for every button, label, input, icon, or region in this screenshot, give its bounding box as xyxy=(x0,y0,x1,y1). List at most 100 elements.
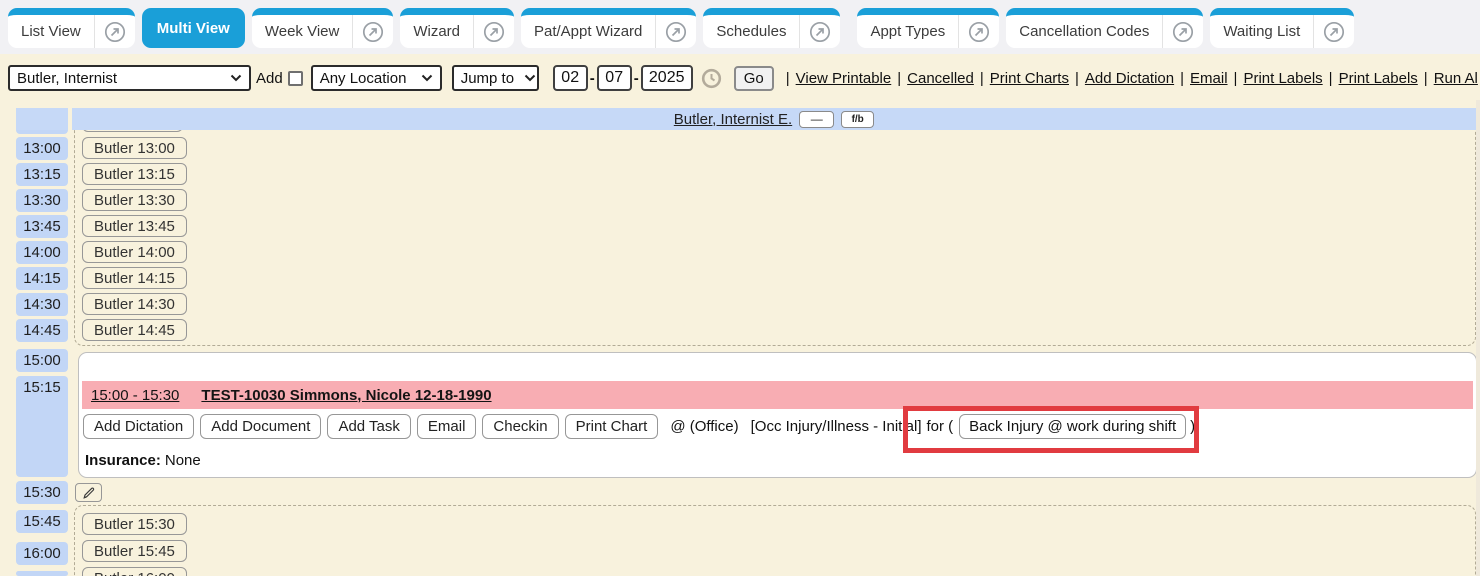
jump-to-select-value: Jump to xyxy=(461,70,514,87)
tab-bar: List View Multi View Week View Wizard Pa… xyxy=(0,0,1480,54)
open-slot-region-bottom xyxy=(74,505,1476,576)
link-separator: | xyxy=(1418,70,1434,87)
appointment-time-link[interactable]: 15:00 - 15:30 xyxy=(91,387,179,404)
link-print-charts[interactable]: Print Charts xyxy=(990,70,1069,87)
date-day-input[interactable]: 07 xyxy=(597,65,632,91)
provider-column-header: Butler, Internist E. — f/b xyxy=(72,108,1476,130)
jump-to-select[interactable]: Jump to xyxy=(452,65,539,91)
link-print-labels[interactable]: Print Labels xyxy=(1243,70,1322,87)
collapse-column-button[interactable]: — xyxy=(799,111,834,128)
popout-icon[interactable] xyxy=(665,21,687,43)
tab-label: Week View xyxy=(252,23,352,40)
link-separator: | xyxy=(974,70,990,87)
date-month-input[interactable]: 02 xyxy=(553,65,588,91)
open-slot-button[interactable]: Butler 13:45 xyxy=(82,215,187,237)
time-cell: 15:00 xyxy=(16,349,68,372)
link-separator: | xyxy=(1174,70,1190,87)
clock-icon[interactable] xyxy=(701,68,722,89)
tab-divider xyxy=(352,15,353,48)
appointment-patient-link[interactable]: TEST-10030 Simmons, Nicole 12-18-1990 xyxy=(201,387,491,404)
time-cell: 15:15 xyxy=(16,376,68,477)
link-separator: | xyxy=(1228,70,1244,87)
tab-list-view[interactable]: List View xyxy=(8,8,135,48)
open-slot-button[interactable]: Butler 14:15 xyxy=(82,267,187,289)
tab-label: Appt Types xyxy=(857,23,958,40)
add-dictation-button[interactable]: Add Dictation xyxy=(83,414,194,439)
tab-week-view[interactable]: Week View xyxy=(252,8,393,48)
time-cell-partial-bottom xyxy=(16,571,68,576)
appointment-for-text: for ( xyxy=(927,418,954,435)
time-cell: 13:15 xyxy=(16,163,68,186)
toolbar: Butler, Internist Add Any Location Jump … xyxy=(8,64,1480,92)
appointment-reason-button[interactable]: Back Injury @ work during shift xyxy=(959,414,1186,439)
time-cell: 14:15 xyxy=(16,267,68,290)
popout-icon[interactable] xyxy=(1172,21,1194,43)
open-slot-button[interactable]: Butler 13:15 xyxy=(82,163,187,185)
email-button[interactable]: Email xyxy=(417,414,477,439)
open-slot-button[interactable]: Butler 15:30 xyxy=(82,513,187,535)
toolbar-links: | View Printable | Cancelled | Print Cha… xyxy=(780,70,1478,87)
tab-divider xyxy=(799,15,800,48)
link-print-labels-2[interactable]: Print Labels xyxy=(1339,70,1418,87)
tab-label: Schedules xyxy=(703,23,799,40)
checkin-button[interactable]: Checkin xyxy=(482,414,558,439)
fb-button[interactable]: f/b xyxy=(841,111,874,128)
link-cancelled[interactable]: Cancelled xyxy=(907,70,974,87)
chevron-down-icon xyxy=(421,74,433,82)
tab-label: Waiting List xyxy=(1210,23,1313,40)
tab-pat-appt-wizard[interactable]: Pat/Appt Wizard xyxy=(521,8,696,48)
appointment-card: 15:00 - 15:30 TEST-10030 Simmons, Nicole… xyxy=(78,352,1477,478)
provider-select[interactable]: Butler, Internist xyxy=(8,65,251,91)
edit-slot-button[interactable] xyxy=(75,483,102,502)
popout-icon[interactable] xyxy=(809,21,831,43)
tab-waiting-list[interactable]: Waiting List xyxy=(1210,8,1354,48)
open-slot-button[interactable]: Butler 14:45 xyxy=(82,319,187,341)
provider-header-link[interactable]: Butler, Internist E. xyxy=(674,111,792,128)
tab-label: Pat/Appt Wizard xyxy=(521,23,655,40)
tab-schedules[interactable]: Schedules xyxy=(703,8,840,48)
appointment-close-paren: ) xyxy=(1190,418,1195,435)
link-add-dictation[interactable]: Add Dictation xyxy=(1085,70,1174,87)
open-slot-button[interactable]: Butler 14:30 xyxy=(82,293,187,315)
link-separator: | xyxy=(780,70,796,87)
open-slot-button[interactable]: Butler 15:45 xyxy=(82,540,187,562)
popout-icon[interactable] xyxy=(483,21,505,43)
open-slot-button[interactable]: Butler 14:00 xyxy=(82,241,187,263)
date-separator: - xyxy=(590,70,595,87)
popout-icon[interactable] xyxy=(104,21,126,43)
popout-icon[interactable] xyxy=(362,21,384,43)
tab-cancellation-codes[interactable]: Cancellation Codes xyxy=(1006,8,1203,48)
tab-appt-types[interactable]: Appt Types xyxy=(857,8,999,48)
open-slot-button[interactable]: Butler 13:30 xyxy=(82,189,187,211)
chevron-down-icon xyxy=(230,74,242,82)
time-cell: 15:30 xyxy=(16,481,68,504)
add-checkbox[interactable] xyxy=(288,71,303,86)
link-view-printable[interactable]: View Printable xyxy=(796,70,892,87)
time-cell: 13:30 xyxy=(16,189,68,212)
print-chart-button[interactable]: Print Chart xyxy=(565,414,659,439)
link-separator: | xyxy=(1069,70,1085,87)
open-slot-button[interactable]: Butler 13:00 xyxy=(82,137,187,159)
tab-divider xyxy=(1162,15,1163,48)
date-year-input[interactable]: 2025 xyxy=(641,65,693,91)
tab-multi-view[interactable]: Multi View xyxy=(142,8,245,48)
provider-select-value: Butler, Internist xyxy=(17,70,117,87)
appointment-header: 15:00 - 15:30 TEST-10030 Simmons, Nicole… xyxy=(82,381,1473,409)
tab-divider xyxy=(473,15,474,48)
link-email[interactable]: Email xyxy=(1190,70,1228,87)
add-label: Add xyxy=(256,70,283,87)
date-separator: - xyxy=(634,70,639,87)
link-run-all[interactable]: Run Al xyxy=(1434,70,1478,87)
add-task-button[interactable]: Add Task xyxy=(327,414,410,439)
location-select-value: Any Location xyxy=(320,70,407,87)
popout-icon[interactable] xyxy=(968,21,990,43)
tab-divider xyxy=(1313,15,1314,48)
location-select[interactable]: Any Location xyxy=(311,65,442,91)
add-document-button[interactable]: Add Document xyxy=(200,414,321,439)
open-slot-button[interactable]: Butler 16:00 xyxy=(82,567,187,576)
time-cell: 14:30 xyxy=(16,293,68,316)
link-separator: | xyxy=(1323,70,1339,87)
popout-icon[interactable] xyxy=(1323,21,1345,43)
tab-wizard[interactable]: Wizard xyxy=(400,8,514,48)
go-button[interactable]: Go xyxy=(734,66,774,91)
